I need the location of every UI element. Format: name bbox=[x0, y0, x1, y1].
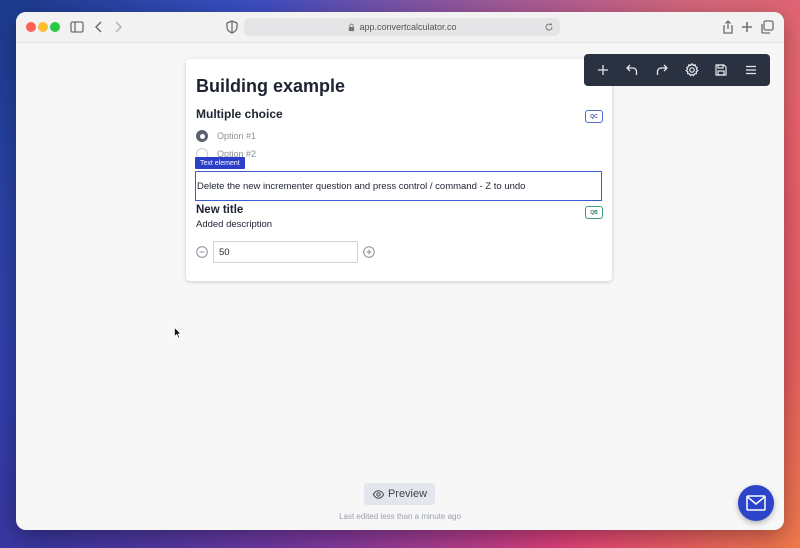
address-bar[interactable]: app.convertcalculator.co bbox=[244, 18, 560, 36]
preview-button[interactable]: Preview bbox=[364, 483, 435, 505]
share-icon[interactable] bbox=[719, 18, 737, 36]
browser-toolbar: app.convertcalculator.co bbox=[16, 12, 784, 43]
redo-icon[interactable] bbox=[654, 62, 670, 78]
save-icon[interactable] bbox=[713, 62, 729, 78]
forward-icon[interactable] bbox=[109, 18, 127, 36]
radio-checked[interactable] bbox=[196, 130, 208, 142]
browser-window: app.convertcalculator.co Building exampl… bbox=[16, 12, 784, 530]
plus-icon[interactable] bbox=[595, 62, 611, 78]
envelope-icon bbox=[746, 495, 766, 511]
back-icon[interactable] bbox=[90, 18, 108, 36]
text-element-content: Delete the new incrementer question and … bbox=[197, 180, 526, 192]
incrementer-title[interactable]: New title bbox=[196, 204, 243, 216]
quantity-stepper[interactable]: 50 bbox=[213, 241, 358, 263]
page-title: Building example bbox=[196, 76, 346, 96]
eye-icon bbox=[372, 489, 385, 499]
decrement-button[interactable] bbox=[196, 246, 208, 258]
zoom-window-button[interactable] bbox=[50, 22, 60, 32]
question-tag-qb: QB bbox=[585, 206, 603, 219]
chat-support-button[interactable] bbox=[738, 485, 774, 521]
text-element[interactable]: Delete the new incrementer question and … bbox=[195, 171, 602, 201]
new-tab-icon[interactable] bbox=[738, 18, 756, 36]
menu-icon[interactable] bbox=[743, 62, 759, 78]
url-text: app.convertcalculator.co bbox=[359, 22, 457, 32]
question-tag-qc: QC bbox=[585, 110, 603, 123]
mouse-cursor-icon bbox=[174, 327, 182, 339]
last-edited-status: Last edited less than a minute ago bbox=[339, 512, 461, 521]
increment-button[interactable] bbox=[363, 246, 375, 258]
minimize-window-button[interactable] bbox=[38, 22, 48, 32]
sidebar-toggle-icon[interactable] bbox=[68, 18, 86, 36]
incrementer-description[interactable]: Added description bbox=[196, 219, 272, 230]
multiple-choice-title[interactable]: Multiple choice bbox=[196, 107, 283, 121]
option-label: Option #1 bbox=[217, 131, 257, 141]
tab-overview-icon[interactable] bbox=[758, 18, 776, 36]
lock-icon bbox=[349, 23, 355, 31]
text-element-tag: Text element bbox=[195, 157, 245, 169]
undo-icon[interactable] bbox=[624, 62, 640, 78]
privacy-shield-icon[interactable] bbox=[223, 18, 241, 36]
calculator-card: Building example Multiple choice QC Opti… bbox=[186, 59, 612, 281]
editor-toolbar bbox=[584, 54, 770, 86]
option-item-1[interactable]: Option #1 bbox=[196, 129, 256, 143]
gear-icon[interactable] bbox=[684, 62, 700, 78]
preview-label: Preview bbox=[387, 488, 428, 500]
close-window-button[interactable] bbox=[26, 22, 36, 32]
reload-icon[interactable] bbox=[544, 22, 554, 32]
